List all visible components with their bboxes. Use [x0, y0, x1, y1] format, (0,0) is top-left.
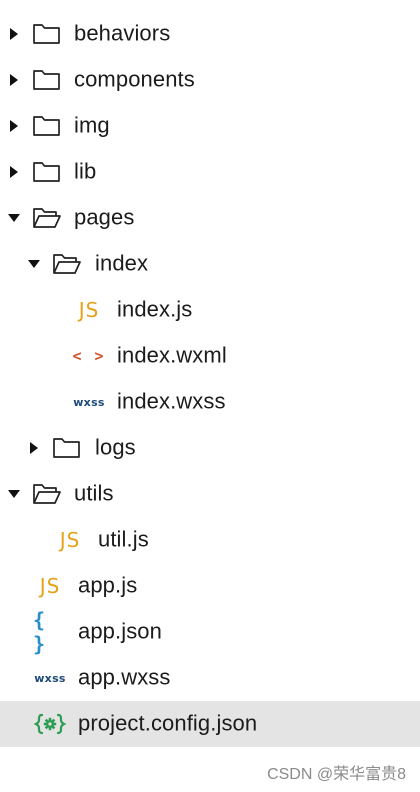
js-file-icon: JS — [78, 298, 100, 322]
tree-label: behaviors — [74, 20, 171, 46]
tree-label: util.js — [98, 526, 149, 552]
chevron-right-icon[interactable] — [7, 73, 21, 87]
tree-label: components — [74, 66, 195, 92]
tree-file-util-js[interactable]: JS util.js — [0, 517, 420, 563]
folder-icon — [32, 160, 62, 184]
folder-icon — [32, 68, 62, 92]
folder-open-icon — [32, 482, 62, 506]
tree-folder-img[interactable]: img — [0, 103, 420, 149]
tree-label: index.wxml — [117, 342, 227, 368]
wxss-file-icon: wxss — [73, 395, 105, 409]
tree-file-app-wxss[interactable]: wxss app.wxss — [0, 655, 420, 701]
tree-label: app.js — [78, 572, 138, 598]
tree-label: logs — [95, 434, 136, 460]
tree-file-project-config-json[interactable]: project.config.json — [0, 701, 420, 747]
folder-icon — [52, 436, 82, 460]
chevron-right-icon[interactable] — [7, 27, 21, 41]
wxml-file-icon: < > — [72, 347, 106, 365]
file-tree: behaviors components img lib pages index JS ind… — [0, 11, 420, 747]
tree-file-app-js[interactable]: JS app.js — [0, 563, 420, 609]
tree-folder-logs[interactable]: logs — [0, 425, 420, 471]
tree-label: project.config.json — [78, 710, 258, 736]
tree-folder-lib[interactable]: lib — [0, 149, 420, 195]
tree-label: index.js — [117, 296, 193, 322]
folder-open-icon — [32, 206, 62, 230]
tree-file-index-wxml[interactable]: < > index.wxml — [0, 333, 420, 379]
tree-folder-behaviors[interactable]: behaviors — [0, 11, 420, 57]
config-file-icon — [33, 711, 67, 737]
tree-folder-components[interactable]: components — [0, 57, 420, 103]
tree-folder-pages[interactable]: pages — [0, 195, 420, 241]
chevron-right-icon[interactable] — [7, 165, 21, 179]
tree-label: app.wxss — [78, 664, 171, 690]
tree-file-app-json[interactable]: { } app.json — [0, 608, 420, 656]
json-file-icon: { } — [33, 608, 48, 656]
js-file-icon: JS — [59, 528, 81, 552]
folder-icon — [32, 22, 62, 46]
watermark: CSDN @荣华富贵8 — [267, 766, 406, 783]
tree-label: utils — [74, 480, 114, 506]
tree-folder-utils[interactable]: utils — [0, 471, 420, 517]
chevron-down-icon[interactable] — [7, 487, 21, 501]
tree-label: app.json — [78, 618, 162, 644]
chevron-down-icon[interactable] — [7, 211, 21, 225]
wxss-file-icon: wxss — [34, 671, 66, 685]
tree-label: index.wxss — [117, 388, 226, 414]
js-file-icon: JS — [39, 574, 61, 598]
chevron-down-icon[interactable] — [27, 257, 41, 271]
tree-label: pages — [74, 204, 135, 230]
tree-label: lib — [74, 158, 97, 184]
tree-label: index — [95, 250, 149, 276]
folder-open-icon — [52, 252, 82, 276]
folder-icon — [32, 114, 62, 138]
chevron-right-icon[interactable] — [27, 441, 41, 455]
tree-folder-index[interactable]: index — [0, 241, 420, 287]
tree-label: img — [74, 112, 110, 138]
chevron-right-icon[interactable] — [7, 119, 21, 133]
tree-file-index-js[interactable]: JS index.js — [0, 287, 420, 333]
tree-file-index-wxss[interactable]: wxss index.wxss — [0, 379, 420, 425]
